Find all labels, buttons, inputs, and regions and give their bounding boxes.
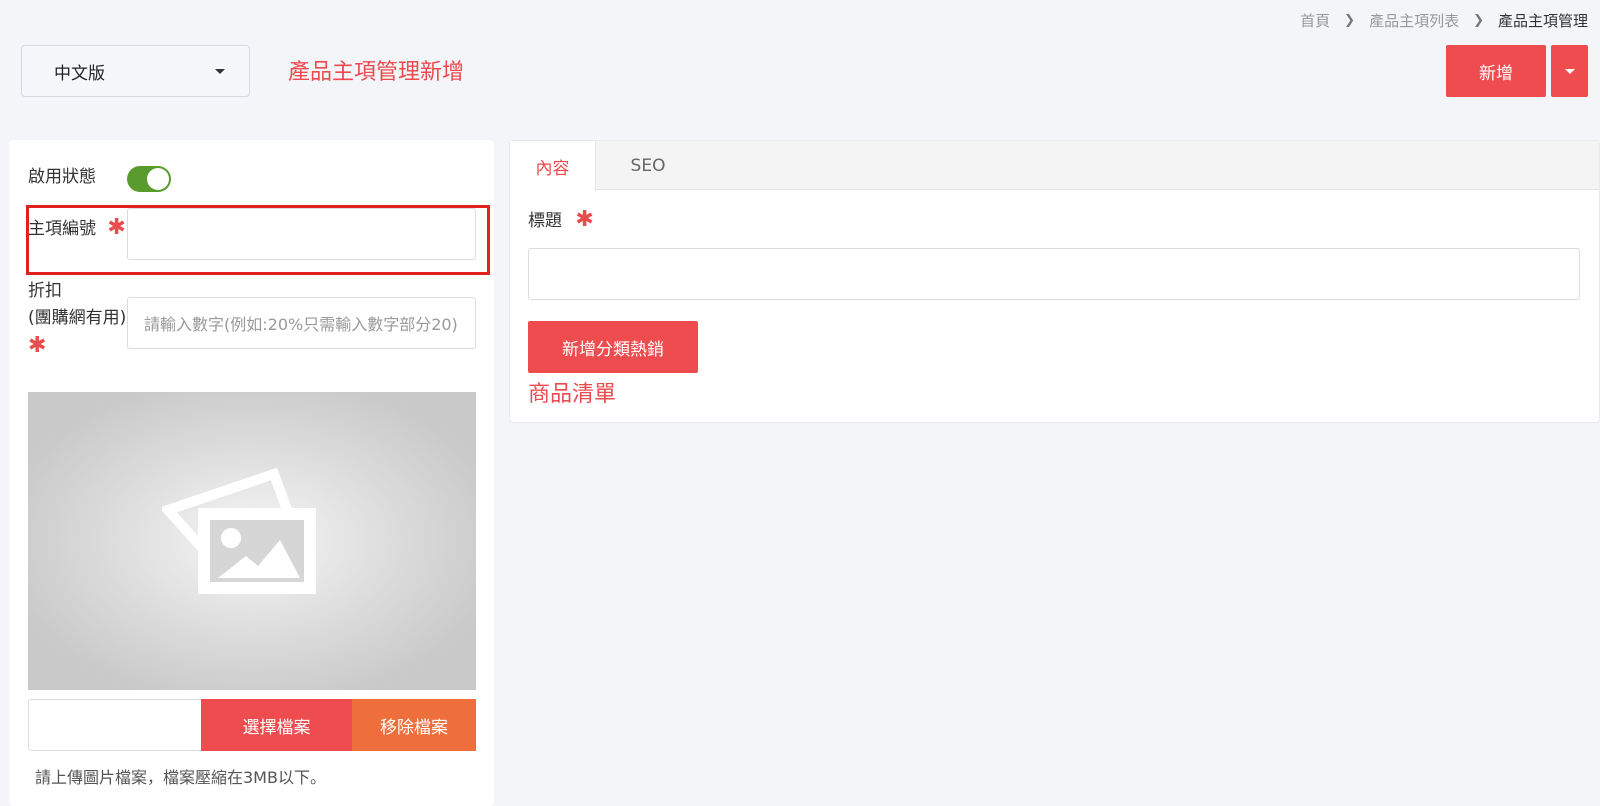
content-tabs: 內容 SEO	[510, 141, 1599, 191]
breadcrumb-home[interactable]: 首頁	[1300, 10, 1330, 31]
required-mark: ✱	[575, 207, 594, 232]
language-select-value: 中文版	[54, 63, 105, 84]
status-toggle[interactable]	[127, 166, 171, 192]
upload-help-text: 請上傳圖片檔案，檔案壓縮在3MB以下。	[35, 768, 326, 787]
chevron-right-icon: ❯	[1473, 13, 1484, 28]
chevron-right-icon: ❯	[1344, 13, 1356, 28]
product-list-heading: 商品清單	[528, 382, 617, 407]
add-category-hot-button[interactable]: 新增分類熱銷	[528, 321, 698, 373]
title-label: 標題 ✱	[528, 206, 594, 235]
code-input[interactable]	[127, 208, 476, 260]
tab-seo[interactable]: SEO	[596, 141, 700, 190]
breadcrumb-list[interactable]: 產品主項列表	[1369, 10, 1459, 31]
breadcrumb-current: 產品主項管理	[1497, 12, 1588, 30]
tab-content[interactable]: 內容	[510, 141, 596, 191]
file-name-display	[28, 699, 202, 751]
code-label: 主項編號 ✱	[28, 214, 126, 243]
discount-label-line1: 折扣	[28, 281, 62, 301]
language-select[interactable]: 中文版	[21, 45, 250, 97]
discount-input[interactable]: 請輸入數字(例如:20%只需輸入數字部分20)	[127, 297, 476, 349]
caret-down-icon	[215, 68, 225, 74]
title-label-text: 標題	[528, 211, 562, 231]
add-dropdown-button[interactable]	[1551, 45, 1588, 97]
code-label-text: 主項編號	[28, 219, 96, 239]
required-mark: ✱	[28, 333, 47, 358]
image-preview	[28, 392, 476, 690]
required-mark: ✱	[107, 215, 126, 240]
remove-file-button[interactable]: 移除檔案	[352, 699, 476, 751]
caret-down-icon	[1564, 68, 1575, 74]
content-card: 內容 SEO 標題 ✱ 新增分類熱銷 商品清單	[509, 140, 1600, 423]
discount-label-line2: (團購網有用)	[28, 308, 127, 328]
breadcrumb: 首頁 ❯ 產品主項列表 ❯ 產品主項管理	[1300, 10, 1588, 31]
image-placeholder-icon	[162, 467, 316, 594]
title-input[interactable]	[528, 248, 1580, 300]
main-form-card: 啟用狀態 主項編號 ✱ 折扣 (團購網有用) ✱ 請輸入數字(例如:20%只需輸…	[9, 140, 494, 806]
status-label: 啟用狀態	[28, 167, 96, 187]
discount-label: 折扣 (團購網有用) ✱	[28, 278, 126, 359]
choose-file-button[interactable]: 選擇檔案	[201, 699, 352, 751]
add-button[interactable]: 新增	[1446, 45, 1546, 97]
page-title: 產品主項管理新增	[288, 60, 465, 85]
